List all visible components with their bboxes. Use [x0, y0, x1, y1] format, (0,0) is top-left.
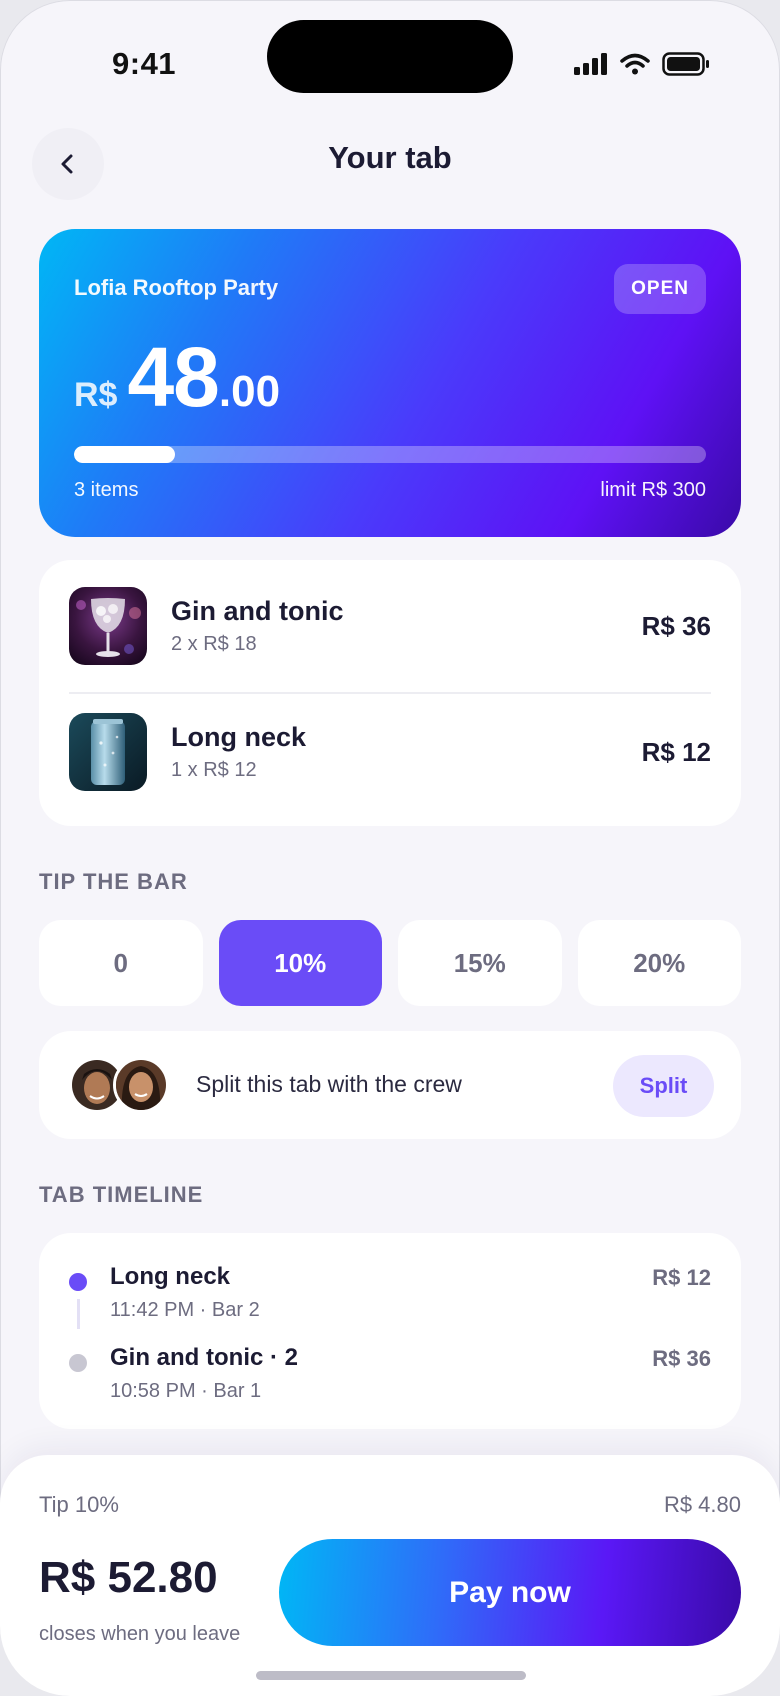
timeline-entry: Long neck 11:42 PM · Bar 2 R$ 12: [69, 1263, 711, 1329]
item-quantity: 2 x R$ 18: [171, 633, 257, 655]
tip-line-label: Tip 10%: [39, 1492, 119, 1517]
tip-options: 0 10% 15% 20%: [39, 920, 741, 1006]
currency-symbol: R$: [74, 376, 118, 414]
limit-progress-bar: [74, 446, 706, 463]
tab-limit: limit R$ 300: [600, 479, 706, 501]
item-name: Long neck: [171, 722, 307, 752]
total-amount: R$ 52.80: [39, 1553, 218, 1602]
dynamic-island: [267, 20, 513, 93]
item-price: R$ 36: [641, 610, 711, 641]
list-item[interactable]: Long neck 1 x R$ 12 R$ 12: [69, 712, 711, 792]
amount-decimal: .00: [218, 367, 281, 416]
tip-option-0[interactable]: 0: [39, 920, 203, 1006]
gin-glass-thumbnail: [69, 587, 147, 665]
tip-option-15[interactable]: 15%: [398, 920, 562, 1006]
tip-option-20[interactable]: 20%: [577, 920, 741, 1006]
tip-option-10[interactable]: 10%: [218, 920, 382, 1006]
status-badge: OPEN: [614, 264, 706, 314]
beer-can-thumbnail: [69, 713, 147, 791]
cellular-signal-icon: [574, 53, 607, 75]
avatar: [113, 1057, 169, 1113]
page-title: Your tab: [328, 140, 452, 175]
status-time: 9:41: [112, 46, 177, 81]
tip-line-value: R$ 4.80: [663, 1492, 741, 1517]
tab-amount: R$ 48 .00: [74, 329, 280, 426]
timeline-item-name: Long neck: [110, 1263, 231, 1290]
timeline-connector: [77, 1299, 80, 1329]
item-price: R$ 12: [641, 736, 711, 767]
battery-icon: [662, 52, 709, 76]
timeline-dot: [69, 1354, 87, 1372]
total-note: closes when you leave: [39, 1623, 241, 1645]
split-button[interactable]: Split: [613, 1055, 714, 1117]
timeline-item-name: Gin and tonic · 2: [110, 1344, 299, 1371]
timeline-dot-active: [69, 1273, 87, 1291]
timeline-entry: Gin and tonic · 2 10:58 PM · Bar 1 R$ 36: [69, 1344, 711, 1404]
tip-section-label: TIP THE BAR: [39, 869, 188, 894]
timeline-card: Long neck 11:42 PM · Bar 2 R$ 12 Gin and…: [39, 1233, 741, 1429]
items-count: 3 items: [74, 479, 139, 501]
divider: [69, 692, 711, 694]
amount-integer: 48: [127, 330, 219, 424]
crew-avatars: [69, 1057, 179, 1113]
timeline-item-price: R$ 36: [652, 1346, 711, 1371]
pay-now-button[interactable]: Pay now: [279, 1539, 741, 1646]
status-icons: [574, 52, 710, 76]
item-name: Gin and tonic: [171, 596, 344, 626]
home-indicator: [256, 1671, 526, 1680]
split-text: Split this tab with the crew: [196, 1071, 462, 1097]
limit-progress-fill: [74, 446, 176, 463]
timeline-item-time: 10:58 PM · Bar 1: [110, 1380, 262, 1402]
items-card: Gin and tonic 2 x R$ 18 R$ 36 Long neck …: [39, 560, 741, 826]
timeline-section-label: TAB TIMELINE: [39, 1182, 204, 1207]
tab-summary-card: Lofia Rooftop Party OPEN R$ 48 .00 3 ite…: [39, 229, 741, 537]
venue-name: Lofia Rooftop Party: [74, 275, 279, 300]
timeline-item-time: 11:42 PM · Bar 2: [110, 1299, 260, 1321]
timeline-item-price: R$ 12: [652, 1265, 711, 1290]
wifi-icon: [620, 53, 650, 75]
item-quantity: 1 x R$ 12: [171, 759, 257, 781]
payment-sheet: Tip 10% R$ 4.80 R$ 52.80 closes when you…: [0, 1455, 780, 1696]
list-item[interactable]: Gin and tonic 2 x R$ 18 R$ 36: [69, 586, 711, 666]
split-card: Split this tab with the crew Split: [39, 1031, 741, 1139]
phone-screen: 9:41 Your tab Lofia Rooftop Party OPEN R…: [0, 0, 780, 1696]
